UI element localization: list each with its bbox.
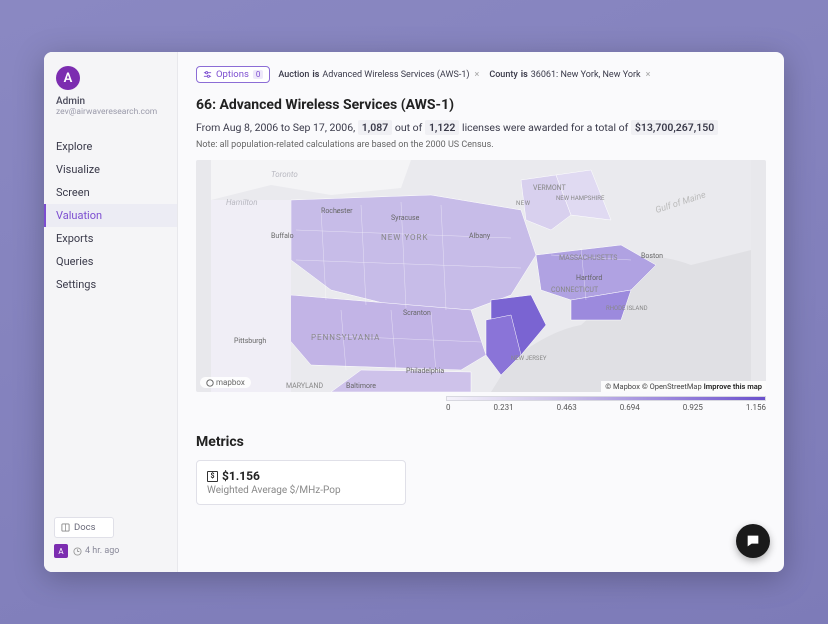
chat-icon — [745, 533, 761, 549]
metric-value: $1.156 — [222, 469, 260, 483]
nav-item-queries[interactable]: Queries — [44, 250, 177, 273]
legend-ticks: 0 0.231 0.463 0.694 0.925 1.156 — [446, 403, 766, 412]
nav: ExploreVisualizeScreenValuationExportsQu… — [44, 135, 177, 296]
mapbox-link[interactable]: © Mapbox — [605, 382, 640, 391]
map-attribution: © Mapbox © OpenStreetMap Improve this ma… — [601, 381, 766, 392]
activity-avatar: A — [54, 544, 68, 558]
filter-row: Options 0 Auction is Advanced Wireless S… — [196, 66, 766, 83]
nav-item-valuation[interactable]: Valuation — [44, 204, 177, 227]
user-avatar[interactable]: A — [56, 66, 80, 90]
awarded-count: 1,087 — [358, 120, 392, 135]
svg-text:MASSACHUSETTS: MASSACHUSETTS — [559, 254, 617, 262]
mapbox-icon — [206, 379, 214, 387]
filter-remove-icon[interactable]: × — [646, 70, 651, 80]
legend-tick: 0.925 — [683, 403, 703, 412]
svg-text:Toronto: Toronto — [271, 170, 298, 179]
total-licenses: 1,122 — [425, 120, 459, 135]
sidebar-bottom: Docs A 4 hr. ago — [44, 517, 177, 564]
choropleth-map[interactable]: Toronto Hamilton • Rochester Buffalo NEW… — [196, 160, 766, 392]
options-count: 0 — [253, 70, 264, 79]
svg-text:Hamilton: Hamilton — [226, 198, 258, 207]
nav-item-settings[interactable]: Settings — [44, 273, 177, 296]
nav-item-visualize[interactable]: Visualize — [44, 158, 177, 181]
svg-text:NEW HAMPSHIRE: NEW HAMPSHIRE — [556, 195, 605, 202]
legend-tick: 0.231 — [494, 403, 514, 412]
map-legend: 0 0.231 0.463 0.694 0.925 1.156 — [196, 396, 766, 412]
activity-time: 4 hr. ago — [73, 546, 119, 556]
clock-icon — [73, 547, 82, 556]
metric-value-row: $ $1.156 — [207, 469, 395, 483]
user-email: zev@airwaveresearch.com — [56, 107, 165, 117]
nav-item-screen[interactable]: Screen — [44, 181, 177, 204]
total-amount: $13,700,267,150 — [631, 120, 718, 135]
nav-item-explore[interactable]: Explore — [44, 135, 177, 158]
legend-tick: 0.694 — [620, 403, 640, 412]
filter-pill[interactable]: County is 36061: New York, New York × — [489, 70, 650, 80]
census-note: Note: all population-related calculation… — [196, 140, 766, 150]
legend-gradient — [446, 396, 766, 401]
docs-label: Docs — [74, 522, 96, 533]
legend-tick: 0.463 — [557, 403, 577, 412]
svg-text:Philadelphia: Philadelphia — [406, 367, 444, 375]
app-window: A Admin zev@airwaveresearch.com ExploreV… — [44, 52, 784, 572]
user-name: Admin — [56, 96, 165, 107]
legend-tick: 0 — [446, 403, 451, 412]
svg-text:Scranton: Scranton — [403, 309, 431, 317]
summary-line: From Aug 8, 2006 to Sep 17, 2006, 1,087 … — [196, 121, 766, 134]
chat-button[interactable] — [736, 524, 770, 558]
svg-text:MARYLAND: MARYLAND — [286, 382, 323, 390]
svg-text:PENNSYLVANIA: PENNSYLVANIA — [311, 333, 380, 342]
page-title: 66: Advanced Wireless Services (AWS-1) — [196, 97, 766, 113]
svg-text:Baltimore: Baltimore — [346, 382, 376, 390]
main: Options 0 Auction is Advanced Wireless S… — [178, 52, 784, 572]
svg-text:Pittsburgh: Pittsburgh — [234, 337, 266, 345]
svg-text:RHODE ISLAND: RHODE ISLAND — [606, 305, 648, 312]
svg-text:Buffalo: Buffalo — [271, 232, 294, 240]
filter-remove-icon[interactable]: × — [475, 70, 480, 80]
nav-item-exports[interactable]: Exports — [44, 227, 177, 250]
osm-link[interactable]: © OpenStreetMap — [642, 382, 702, 391]
svg-text:NEW: NEW — [516, 200, 531, 207]
svg-text:Albany: Albany — [469, 232, 491, 240]
svg-text:Boston: Boston — [641, 252, 663, 260]
docs-button[interactable]: Docs — [54, 517, 114, 538]
user-block: Admin zev@airwaveresearch.com — [44, 96, 177, 117]
legend-tick: 1.156 — [746, 403, 766, 412]
filter-pill[interactable]: Auction is Advanced Wireless Services (A… — [278, 70, 479, 80]
sidebar: A Admin zev@airwaveresearch.com ExploreV… — [44, 52, 178, 572]
improve-map-link[interactable]: Improve this map — [704, 382, 762, 391]
dollar-icon: $ — [207, 471, 218, 482]
svg-text:VERMONT: VERMONT — [533, 184, 567, 192]
svg-text:NEW JERSEY: NEW JERSEY — [511, 355, 547, 362]
svg-text:NEW YORK: NEW YORK — [381, 233, 428, 242]
metric-label: Weighted Average $/MHz-Pop — [207, 485, 395, 496]
mapbox-logo[interactable]: mapbox — [200, 377, 251, 388]
sliders-icon — [203, 70, 212, 79]
metrics-title: Metrics — [196, 434, 766, 450]
svg-text:Hartford: Hartford — [576, 274, 602, 282]
svg-text:Syracuse: Syracuse — [391, 214, 420, 222]
options-button[interactable]: Options 0 — [196, 66, 270, 83]
metric-card[interactable]: $ $1.156 Weighted Average $/MHz-Pop — [196, 460, 406, 505]
activity-row: A 4 hr. ago — [54, 544, 167, 558]
svg-text:CONNECTICUT: CONNECTICUT — [551, 286, 599, 294]
svg-text:Rochester: Rochester — [321, 207, 353, 215]
book-icon — [61, 523, 70, 532]
